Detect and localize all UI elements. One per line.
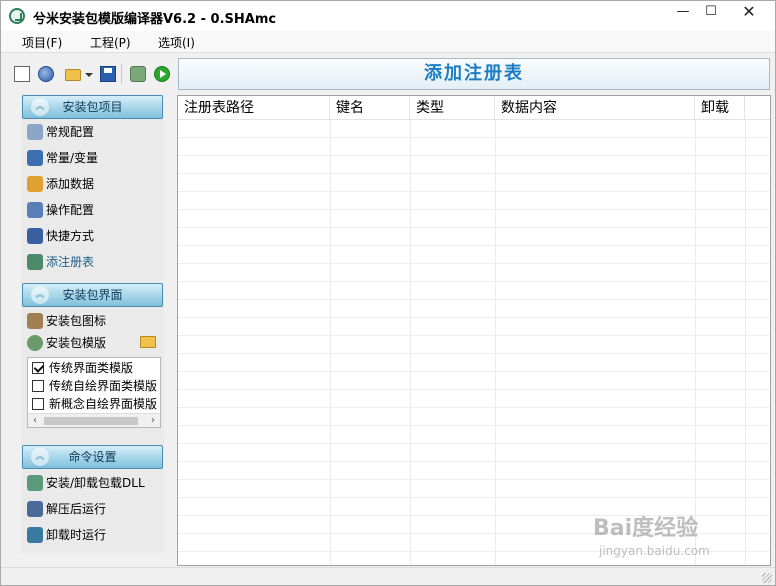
chevron-up-icon: ︽ <box>31 448 49 466</box>
maximize-button[interactable]: ☐ <box>695 1 727 23</box>
baidu-watermark: Bai度经验 jingyan.baidu.com <box>593 504 753 564</box>
run-icon[interactable] <box>154 66 170 82</box>
sidebar-item-label: 安装包图标 <box>46 314 107 328</box>
table-header: 注册表路径 键名 类型 数据内容 卸载 <box>178 96 770 120</box>
sidebar-item-label: 卸载时运行 <box>46 528 107 542</box>
sidebar-item-label: 添加数据 <box>46 177 95 191</box>
checkbox[interactable] <box>32 380 44 392</box>
sidebar-item-load-dll[interactable]: 安装/卸载包载DLL <box>25 473 161 493</box>
menu-project[interactable]: 项目(F) <box>22 34 62 51</box>
sidebar-item-run-on-uninstall[interactable]: 卸载时运行 <box>25 525 161 545</box>
sidebar-item-package-icon[interactable]: 安装包图标 <box>25 311 161 331</box>
build-icon[interactable] <box>130 66 146 82</box>
open-folder-icon[interactable] <box>65 69 81 81</box>
section-command-settings[interactable]: ︽ 命令设置 <box>22 445 163 469</box>
column-divider <box>745 120 746 565</box>
sidebar-item-label: 添注册表 <box>46 255 95 269</box>
chevron-down-icon[interactable] <box>85 73 93 77</box>
list-item-label: 新概念自绘界面模版 <box>49 397 158 411</box>
sidebar-item-run-after-extract[interactable]: 解压后运行 <box>25 499 161 519</box>
list-item[interactable]: 新概念自绘界面模版 <box>32 395 160 413</box>
variables-icon <box>27 150 43 166</box>
list-item-label: 传统界面类模版 <box>49 361 134 375</box>
checkbox-checked[interactable] <box>32 362 44 374</box>
run-after-extract-icon <box>27 501 43 517</box>
horizontal-scrollbar[interactable]: ‹ › <box>28 413 160 427</box>
sidebar-item-general-config[interactable]: 常规配置 <box>25 122 161 142</box>
column-header-uninstall[interactable]: 卸载 <box>695 96 745 120</box>
column-divider <box>410 120 411 565</box>
app-window: 兮米安装包模版编译器V6.2 - 0.SHAmc — ☐ ✕ 项目(F) 工程(… <box>0 0 776 586</box>
column-divider <box>695 120 696 565</box>
status-bar <box>1 567 775 585</box>
column-header-type[interactable]: 类型 <box>410 96 495 120</box>
sidebar-item-variables[interactable]: 常量/变量 <box>25 148 161 168</box>
column-header-data[interactable]: 数据内容 <box>495 96 695 120</box>
watermark-url: jingyan.baidu.com <box>599 544 710 558</box>
column-divider <box>330 120 331 565</box>
scrollbar-thumb[interactable] <box>44 417 138 425</box>
app-logo-icon <box>9 8 25 24</box>
dll-icon <box>27 475 43 491</box>
shortcut-icon <box>27 228 43 244</box>
sidebar-item-shortcuts[interactable]: 快捷方式 <box>25 226 161 246</box>
list-item-label: 传统自绘界面类模版 <box>49 379 158 393</box>
section-title: 安装包项目 <box>62 100 123 114</box>
sidebar-item-operation-config[interactable]: 操作配置 <box>25 200 161 220</box>
registry-icon <box>27 254 43 270</box>
sidebar-item-label: 安装/卸载包载DLL <box>46 476 145 490</box>
checkbox[interactable] <box>32 398 44 410</box>
sidebar-item-registry[interactable]: 添注册表 <box>25 252 161 272</box>
add-data-icon <box>27 176 43 192</box>
sidebar-item-add-data[interactable]: 添加数据 <box>25 174 161 194</box>
operation-icon <box>27 202 43 218</box>
resize-grip-icon[interactable] <box>762 573 772 583</box>
template-icon <box>27 335 43 351</box>
globe-icon[interactable] <box>38 66 54 82</box>
registry-table[interactable]: 注册表路径 键名 类型 数据内容 卸载 <box>177 95 771 566</box>
list-item[interactable]: 传统界面类模版 <box>32 359 160 377</box>
toolbar-separator <box>121 64 122 84</box>
run-on-uninstall-icon <box>27 527 43 543</box>
title-bar: 兮米安装包模版编译器V6.2 - 0.SHAmc — ☐ ✕ <box>1 1 775 31</box>
scroll-right-icon[interactable]: › <box>146 414 160 427</box>
page-title: 添加注册表 <box>178 58 770 90</box>
section-package-project[interactable]: ︽ 安装包项目 <box>22 95 163 119</box>
chevron-up-icon: ︽ <box>31 98 49 116</box>
table-body[interactable] <box>178 120 770 565</box>
column-header-key-name[interactable]: 键名 <box>330 96 410 120</box>
save-icon[interactable] <box>100 66 116 82</box>
menu-options[interactable]: 选项(I) <box>158 34 195 51</box>
browse-folder-icon[interactable] <box>140 336 156 348</box>
chevron-up-icon: ︽ <box>31 286 49 304</box>
sidebar-item-label: 操作配置 <box>46 203 95 217</box>
sidebar-item-label: 快捷方式 <box>46 229 95 243</box>
sidebar-item-label: 常量/变量 <box>46 151 99 165</box>
column-header-registry-path[interactable]: 注册表路径 <box>178 96 330 120</box>
list-item[interactable]: 传统自绘界面类模版 <box>32 377 160 395</box>
package-icon <box>27 313 43 329</box>
menu-bar: 项目(F) 工程(P) 选项(I) <box>1 31 775 53</box>
menu-build[interactable]: 工程(P) <box>90 34 131 51</box>
section-title: 安装包界面 <box>62 288 123 302</box>
settings-icon <box>27 124 43 140</box>
sidebar-item-label: 常规配置 <box>46 125 95 139</box>
sidebar-item-package-template[interactable]: 安装包模版 <box>25 333 135 353</box>
sidebar-item-label: 解压后运行 <box>46 502 107 516</box>
close-button[interactable]: ✕ <box>727 1 771 23</box>
window-title: 兮米安装包模版编译器V6.2 - 0.SHAmc <box>33 12 277 27</box>
sidebar: ︽ 安装包项目 常规配置 常量/变量 添加数据 操作配置 快捷方式 添注册表 ︽… <box>21 93 164 553</box>
scroll-left-icon[interactable]: ‹ <box>28 414 42 427</box>
toolbar <box>1 54 175 90</box>
column-divider <box>495 120 496 565</box>
template-list: 传统界面类模版 传统自绘界面类模版 新概念自绘界面模版 ‹ › <box>27 357 161 428</box>
section-package-ui[interactable]: ︽ 安装包界面 <box>22 283 163 307</box>
section-title: 命令设置 <box>68 450 117 464</box>
new-file-icon[interactable] <box>14 66 30 82</box>
watermark-text: Bai度经验 <box>593 516 699 541</box>
sidebar-item-label: 安装包模版 <box>46 336 107 350</box>
